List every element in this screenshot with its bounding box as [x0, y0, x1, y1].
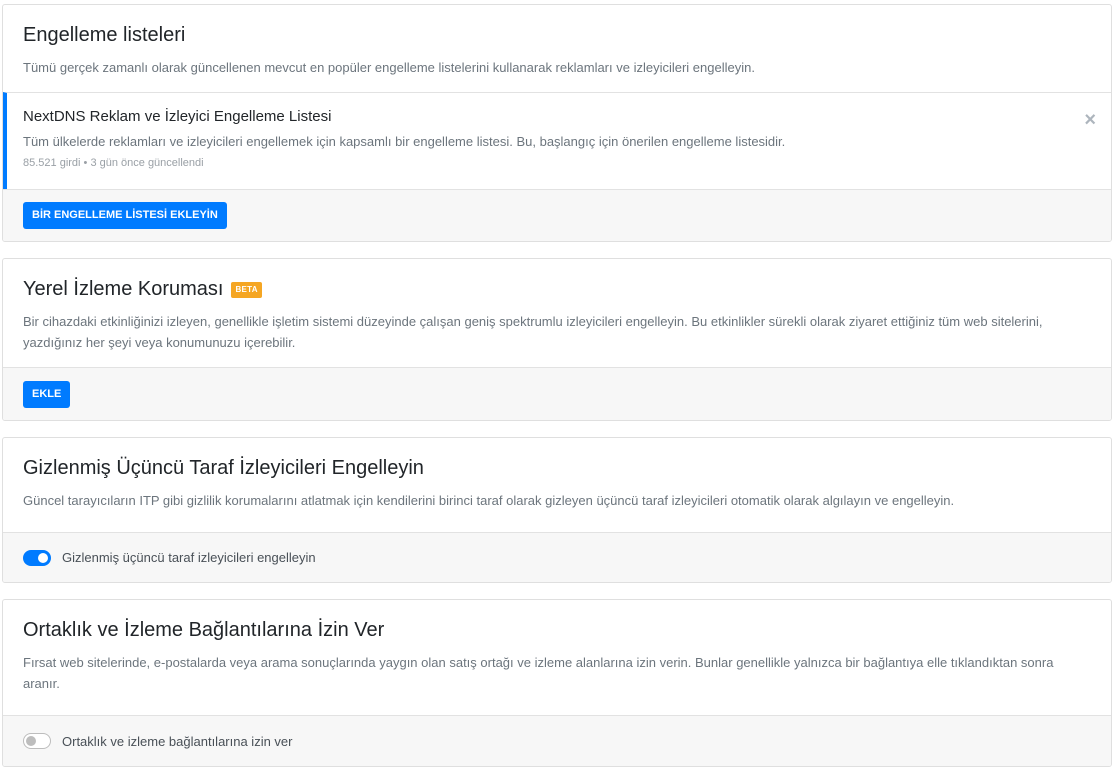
blocklists-title: Engelleme listeleri [23, 24, 186, 46]
affiliate-links-toggle[interactable] [23, 733, 51, 749]
blocklist-item: NextDNS Reklam ve İzleyici Engelleme Lis… [3, 92, 1111, 190]
native-tracking-title: Yerel İzleme Koruması BETA [23, 278, 1091, 301]
affiliate-links-toggle-label[interactable]: Ortaklık ve izleme bağlantılarına izin v… [62, 734, 292, 749]
disguised-trackers-card: Gizlenmiş Üçüncü Taraf İzleyicileri Enge… [2, 437, 1112, 583]
disguised-trackers-footer: Gizlenmiş üçüncü taraf izleyicileri enge… [3, 532, 1111, 582]
disguised-trackers-title: Gizlenmiş Üçüncü Taraf İzleyicileri Enge… [23, 457, 424, 479]
native-tracking-title-text: Yerel İzleme Koruması [23, 278, 224, 300]
disguised-trackers-toggle[interactable] [23, 549, 51, 566]
blocklists-card: Engelleme listeleri Tümü gerçek zamanlı … [2, 4, 1112, 242]
toggle-knob [38, 552, 48, 563]
native-tracking-footer: EKLE [3, 367, 1111, 420]
blocklist-item-description: Tüm ülkelerde reklamları ve izleyicileri… [23, 134, 786, 149]
blocklist-item-name: NextDNS Reklam ve İzleyici Engelleme Lis… [23, 108, 332, 125]
blocklists-footer: BİR ENGELLEME LİSTESİ EKLEYİN [3, 189, 1111, 241]
native-tracking-card: Yerel İzleme Koruması BETA Bir cihazdaki… [2, 258, 1112, 421]
blocklists-description: Tümü gerçek zamanlı olarak güncellenen m… [23, 60, 755, 75]
add-blocklist-button[interactable]: BİR ENGELLEME LİSTESİ EKLEYİN [23, 202, 227, 229]
native-tracking-description: Bir cihazdaki etkinliğinizi izleyen, gen… [23, 314, 1043, 350]
affiliate-links-title: Ortaklık ve İzleme Bağlantılarına İzin V… [23, 619, 385, 641]
disguised-trackers-description: Güncel tarayıcıların ITP gibi gizlilik k… [23, 493, 955, 508]
affiliate-links-description: Fırsat web sitelerinde, e-postalarda vey… [23, 655, 1054, 691]
affiliate-links-card: Ortaklık ve İzleme Bağlantılarına İzin V… [2, 599, 1112, 767]
blocklist-item-meta: 85.521 girdi • 3 gün önce güncellendi [23, 157, 204, 169]
affiliate-links-footer: Ortaklık ve izleme bağlantılarına izin v… [3, 715, 1111, 766]
close-icon[interactable]: × [1084, 110, 1096, 130]
toggle-knob [26, 736, 36, 746]
disguised-trackers-toggle-label[interactable]: Gizlenmiş üçüncü taraf izleyicileri enge… [62, 550, 316, 565]
beta-badge: BETA [231, 281, 262, 298]
add-native-tracking-button[interactable]: EKLE [23, 380, 71, 408]
